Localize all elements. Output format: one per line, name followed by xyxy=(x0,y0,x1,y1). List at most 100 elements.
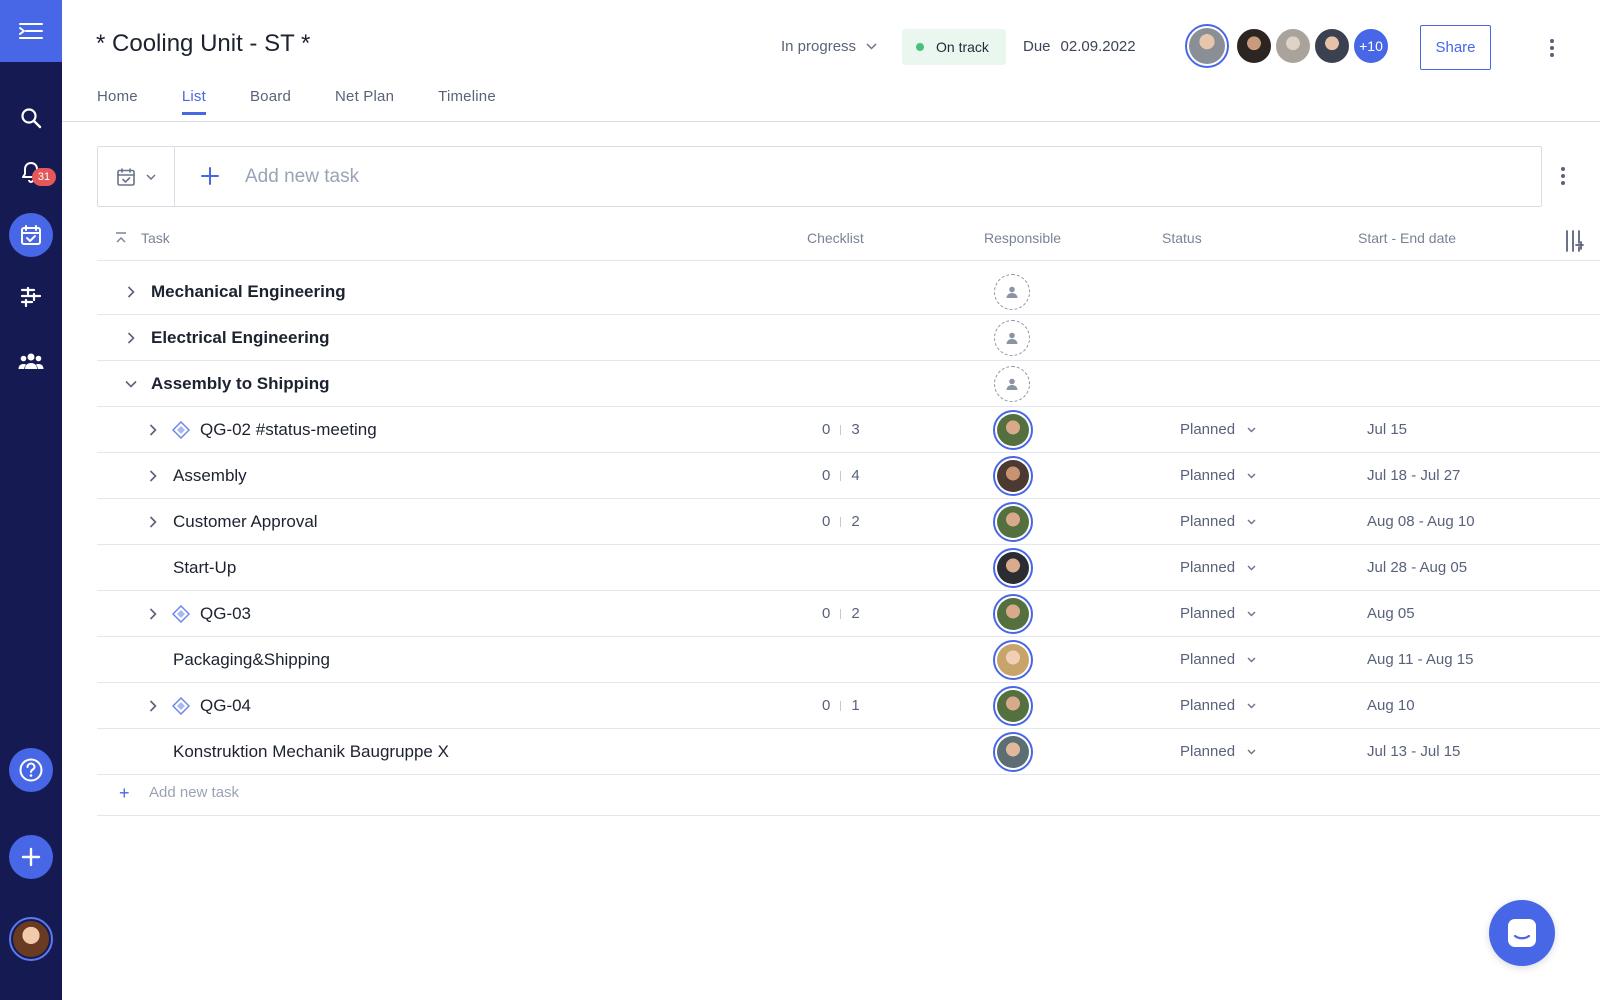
status-dropdown[interactable]: Planned xyxy=(1180,421,1256,438)
member-avatar[interactable] xyxy=(1185,24,1229,68)
task-name[interactable]: QG-03 xyxy=(200,604,251,624)
responsible-avatar[interactable] xyxy=(993,686,1033,726)
group-name[interactable]: Assembly to Shipping xyxy=(151,374,330,394)
chevron-right-icon[interactable] xyxy=(143,604,163,624)
task-row[interactable]: Konstruktion Mechanik Baugruppe X Planne… xyxy=(97,729,1600,775)
checklist-count[interactable]: 04 xyxy=(822,467,860,484)
chevron-right-icon[interactable] xyxy=(143,466,163,486)
task-type-selector[interactable] xyxy=(98,147,175,206)
plus-icon[interactable] xyxy=(9,835,53,879)
health-status-badge[interactable]: On track xyxy=(902,29,1006,65)
responsible-avatar[interactable] xyxy=(993,502,1033,542)
chevron-right-icon[interactable] xyxy=(143,696,163,716)
task-row[interactable]: Packaging&Shipping Planned Aug 11 - Aug … xyxy=(97,637,1600,683)
task-name[interactable]: Assembly xyxy=(173,466,247,486)
assign-responsible-icon[interactable] xyxy=(994,320,1030,356)
progress-status-dropdown[interactable]: In progress xyxy=(781,38,877,55)
column-responsible[interactable]: Responsible xyxy=(984,230,1061,246)
status-dropdown[interactable]: Planned xyxy=(1180,743,1256,760)
task-row[interactable]: QG-04 01 Planned Aug 10 xyxy=(97,683,1600,729)
task-row[interactable]: QG-03 02 Planned Aug 05 xyxy=(97,591,1600,637)
status-dropdown[interactable]: Planned xyxy=(1180,513,1256,530)
assign-responsible-icon[interactable] xyxy=(994,366,1030,402)
task-dates[interactable]: Aug 05 xyxy=(1367,605,1415,622)
column-task[interactable]: Task xyxy=(141,230,170,246)
tab-board[interactable]: Board xyxy=(250,88,291,115)
task-dates[interactable]: Jul 18 - Jul 27 xyxy=(1367,467,1460,484)
search-icon[interactable] xyxy=(0,96,62,140)
task-name[interactable]: Customer Approval xyxy=(173,512,318,532)
task-row[interactable]: Assembly 04 Planned Jul 18 - Jul 27 xyxy=(97,453,1600,499)
task-dates[interactable]: Aug 10 xyxy=(1367,697,1415,714)
task-name[interactable]: QG-02 #status-meeting xyxy=(200,420,377,440)
status-dropdown[interactable]: Planned xyxy=(1180,605,1256,622)
task-dates[interactable]: Aug 08 - Aug 10 xyxy=(1367,513,1475,530)
collapse-all-icon[interactable] xyxy=(115,232,127,244)
chevron-down-icon[interactable] xyxy=(121,374,141,394)
status-dropdown[interactable]: Planned xyxy=(1180,651,1256,668)
chevron-right-icon[interactable] xyxy=(143,512,163,532)
share-button[interactable]: Share xyxy=(1420,25,1491,70)
due-label: Due xyxy=(1023,38,1051,55)
list-options-icon[interactable] xyxy=(1553,164,1573,188)
task-row[interactable]: QG-02 #status-meeting 03 Planned Jul 15 xyxy=(97,407,1600,453)
task-name[interactable]: Konstruktion Mechanik Baugruppe X xyxy=(173,742,449,762)
checklist-count[interactable]: 02 xyxy=(822,605,860,622)
tab-timeline[interactable]: Timeline xyxy=(438,88,496,115)
group-row[interactable]: Mechanical Engineering xyxy=(97,269,1600,315)
group-row[interactable]: Assembly to Shipping xyxy=(97,361,1600,407)
plus-icon[interactable]: + xyxy=(119,784,130,802)
chevron-right-icon[interactable] xyxy=(121,282,141,302)
tab-list[interactable]: List xyxy=(181,88,206,115)
task-name[interactable]: QG-04 xyxy=(200,696,251,716)
more-options-icon[interactable] xyxy=(1542,36,1562,60)
tab-net-plan[interactable]: Net Plan xyxy=(335,88,394,115)
add-task-plus-icon[interactable] xyxy=(195,161,225,191)
checklist-count[interactable]: 02 xyxy=(822,513,860,530)
task-name[interactable]: Packaging&Shipping xyxy=(173,650,330,670)
menu-toggle-icon[interactable] xyxy=(0,0,62,62)
chevron-right-icon[interactable] xyxy=(143,420,163,440)
team-icon[interactable] xyxy=(0,339,62,383)
assign-responsible-icon[interactable] xyxy=(994,274,1030,310)
group-row[interactable]: Electrical Engineering xyxy=(97,315,1600,361)
member-avatar[interactable] xyxy=(1274,27,1312,65)
checklist-count[interactable]: 01 xyxy=(822,697,860,714)
add-new-task-link[interactable]: Add new task xyxy=(149,784,239,801)
column-checklist[interactable]: Checklist xyxy=(807,230,864,246)
group-name[interactable]: Mechanical Engineering xyxy=(151,282,346,302)
column-settings-icon[interactable] xyxy=(1564,229,1586,253)
add-task-input[interactable] xyxy=(245,157,1495,197)
responsible-avatar[interactable] xyxy=(993,410,1033,450)
task-dates[interactable]: Jul 15 xyxy=(1367,421,1407,438)
column-dates[interactable]: Start - End date xyxy=(1358,230,1456,246)
status-dropdown[interactable]: Planned xyxy=(1180,559,1256,576)
user-avatar[interactable] xyxy=(9,917,53,961)
chevron-right-icon[interactable] xyxy=(121,328,141,348)
calendar-check-icon[interactable] xyxy=(9,213,53,257)
timeline-icon[interactable] xyxy=(0,275,62,319)
checklist-count[interactable]: 03 xyxy=(822,421,860,438)
responsible-avatar[interactable] xyxy=(993,732,1033,772)
more-members-button[interactable]: +10 xyxy=(1352,27,1390,65)
add-new-task-row[interactable]: + Add new task xyxy=(97,772,1600,816)
chat-icon[interactable] xyxy=(1489,900,1555,966)
status-dropdown[interactable]: Planned xyxy=(1180,697,1256,714)
task-dates[interactable]: Jul 13 - Jul 15 xyxy=(1367,743,1460,760)
group-name[interactable]: Electrical Engineering xyxy=(151,328,330,348)
task-row[interactable]: Start-Up Planned Jul 28 - Aug 05 xyxy=(97,545,1600,591)
member-avatar[interactable] xyxy=(1313,27,1351,65)
task-dates[interactable]: Aug 11 - Aug 15 xyxy=(1367,651,1473,668)
task-name[interactable]: Start-Up xyxy=(173,558,236,578)
responsible-avatar[interactable] xyxy=(993,594,1033,634)
responsible-avatar[interactable] xyxy=(993,456,1033,496)
responsible-avatar[interactable] xyxy=(993,548,1033,588)
status-dropdown[interactable]: Planned xyxy=(1180,467,1256,484)
tab-home[interactable]: Home xyxy=(97,88,138,115)
help-icon[interactable] xyxy=(9,748,53,792)
column-status[interactable]: Status xyxy=(1162,230,1202,246)
responsible-avatar[interactable] xyxy=(993,640,1033,680)
task-row[interactable]: Customer Approval 02 Planned Aug 08 - Au… xyxy=(97,499,1600,545)
member-avatar[interactable] xyxy=(1235,27,1273,65)
task-dates[interactable]: Jul 28 - Aug 05 xyxy=(1367,559,1467,576)
